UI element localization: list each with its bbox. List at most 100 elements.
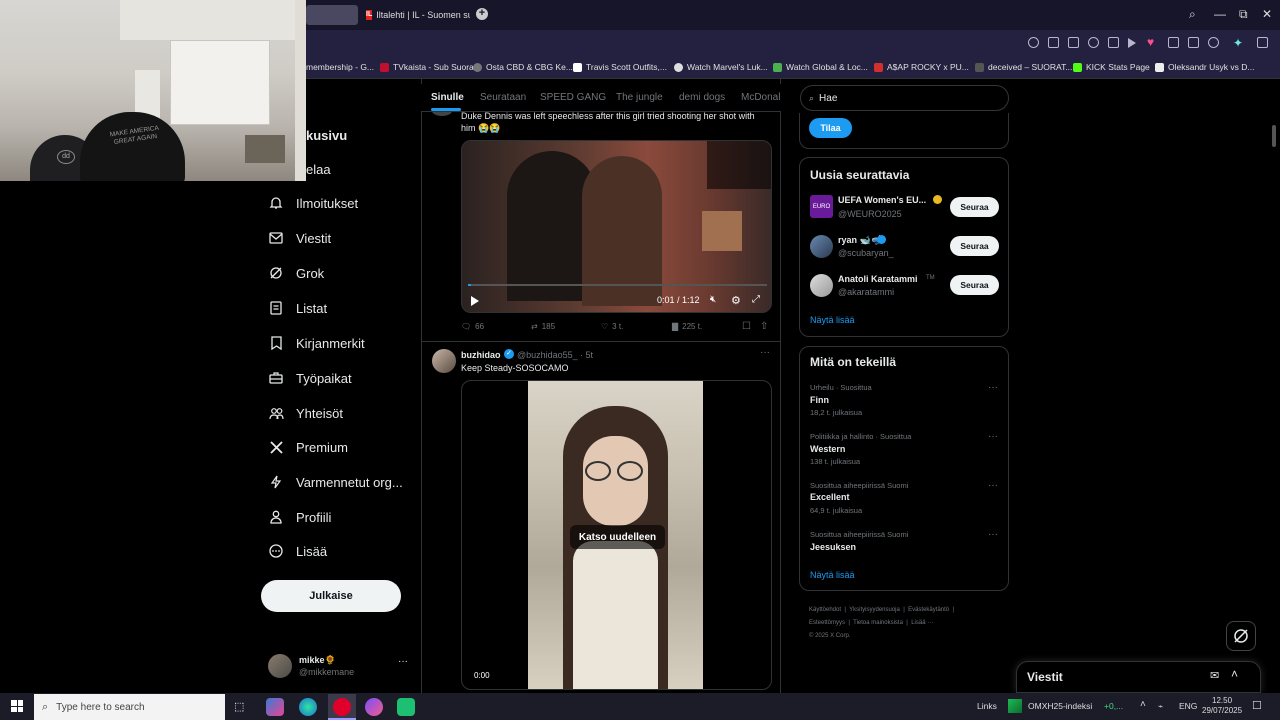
nav-notifications[interactable]: Ilmoitukset — [268, 191, 358, 215]
tab-for-you[interactable]: Sinulle — [431, 92, 464, 103]
video-progress-track[interactable] — [468, 284, 767, 286]
play-icon[interactable] — [1128, 38, 1136, 48]
trend-name[interactable]: Finn — [810, 395, 829, 405]
app-icon[interactable] — [266, 698, 284, 716]
links-toolbar[interactable]: Links — [977, 701, 997, 711]
footer-link[interactable]: Esteettömyys — [809, 620, 845, 626]
video-player[interactable]: 0:01 / 1:12 🔇︎ ⚙ ⤢ — [461, 140, 772, 313]
grok-button[interactable] — [1226, 621, 1256, 651]
subscribe-button[interactable]: Tilaa — [809, 118, 852, 138]
show-more-link[interactable]: Näytä lisää — [810, 570, 855, 580]
shield-icon[interactable] — [1088, 37, 1099, 48]
bookmark-item[interactable]: TVkaista - Sub Suora — [380, 62, 474, 72]
zoom-icon[interactable] — [1028, 37, 1039, 48]
nav-jobs[interactable]: Työpaikat — [268, 366, 352, 390]
account-switcher[interactable]: mikke🌻 @mikkemane ··· — [268, 654, 413, 680]
avatar[interactable] — [810, 274, 833, 297]
footer-link[interactable]: Yksityisyydensuoja — [849, 607, 900, 613]
app-icon[interactable] — [365, 698, 383, 716]
nav-bookmarks[interactable]: Kirjanmerkit — [268, 331, 365, 355]
user-name[interactable]: Anatoli Karatammi — [838, 274, 918, 284]
trend-name[interactable]: Jeesuksen — [810, 542, 856, 552]
like-button[interactable]: ♡ 3 t. — [601, 322, 623, 331]
tab-mcdonalds[interactable]: McDonal — [741, 92, 780, 103]
footer-link[interactable]: Lisää ··· — [911, 620, 933, 626]
clock[interactable]: 12.50 29/07/2025 — [1202, 696, 1242, 716]
extension-icon[interactable] — [1108, 37, 1119, 48]
tab-demi-dogs[interactable]: demi dogs — [679, 92, 725, 103]
bookmark-item[interactable]: Watch Global & Loc... — [773, 62, 868, 72]
avatar[interactable] — [432, 349, 456, 373]
views-button[interactable]: ▇ 225 t. — [672, 322, 702, 331]
language-indicator[interactable]: ENG — [1179, 701, 1197, 711]
notification-center-icon[interactable]: ☐ — [1252, 699, 1262, 712]
start-button[interactable] — [11, 700, 23, 712]
search-input[interactable]: ⌕ Hae — [800, 85, 1009, 111]
mute-icon[interactable]: 🔇︎ — [710, 294, 716, 305]
nav-verified-orgs[interactable]: Varmennetut org... — [268, 470, 403, 494]
profile-icon[interactable] — [1208, 37, 1219, 48]
trend-name[interactable]: Western — [810, 444, 845, 454]
bookmark-item[interactable]: membership - G... — [306, 62, 374, 72]
camera-icon[interactable] — [1068, 37, 1079, 48]
opera-icon[interactable] — [333, 698, 351, 716]
messages-drawer[interactable]: Viestit ✉ ˄ — [1016, 661, 1261, 693]
download-icon[interactable] — [1168, 37, 1179, 48]
browser-tab-iltalehti[interactable]: ILIltalehti | IL - Suomen suosituin — [360, 5, 470, 25]
nav-communities[interactable]: Yhteisöt — [268, 401, 343, 425]
aria-icon[interactable]: ✦ — [1233, 36, 1243, 50]
tab-the-jungle[interactable]: The jungle — [616, 92, 663, 103]
bookmark-item[interactable]: Travis Scott Outfits,... — [573, 62, 667, 72]
author-handle[interactable]: @buzhidao55_ — [517, 350, 578, 360]
network-icon[interactable]: ⌁ — [1158, 701, 1163, 712]
post-button[interactable]: Julkaise — [261, 580, 401, 612]
more-dots-icon[interactable]: ··· — [988, 431, 998, 442]
replay-button[interactable]: Katso uudelleen — [570, 525, 665, 549]
edge-icon[interactable] — [299, 698, 317, 716]
bookmark-item[interactable]: A$AP ROCKY x PU... — [874, 62, 969, 72]
nav-explore[interactable]: elaa — [306, 157, 331, 181]
share-icon[interactable]: ⇧ — [760, 321, 768, 332]
fullscreen-icon[interactable]: ⤢ — [752, 294, 760, 305]
follow-button[interactable]: Seuraa — [950, 275, 999, 295]
repost-button[interactable]: ⇄ 185 — [531, 322, 555, 331]
new-message-icon[interactable]: ✉ — [1210, 669, 1219, 682]
nav-profile[interactable]: Profiili — [268, 505, 331, 529]
follow-button[interactable]: Seuraa — [950, 236, 999, 256]
stock-ticker[interactable]: OMXH25-indeksi — [1028, 701, 1092, 711]
restore-button[interactable]: ⧉ — [1239, 7, 1248, 22]
history-icon[interactable] — [1188, 37, 1199, 48]
more-dots-icon[interactable]: ··· — [988, 480, 998, 491]
author-name[interactable]: buzhidao — [461, 350, 501, 360]
footer-link[interactable]: Käyttöehdot — [809, 607, 841, 613]
task-view-icon[interactable]: ⬚ — [234, 700, 244, 713]
more-dots-icon[interactable]: ··· — [988, 529, 998, 540]
search-tabs-icon[interactable]: ⌕ — [1189, 7, 1196, 22]
nav-premium[interactable]: Premium — [268, 435, 348, 459]
bookmark-item[interactable]: KICK Stats Page — [1073, 62, 1150, 72]
heart-icon[interactable]: ♥ — [1147, 35, 1154, 49]
follow-button[interactable]: Seuraa — [950, 197, 999, 217]
nav-lists[interactable]: Listat — [268, 296, 327, 320]
user-name[interactable]: UEFA Women's EU... — [838, 195, 926, 205]
bookmark-item[interactable]: Oleksandr Usyk vs D... — [1155, 62, 1254, 72]
edit-icon[interactable] — [1048, 37, 1059, 48]
trend-name[interactable]: Excellent — [810, 492, 850, 502]
new-tab-button[interactable]: + — [476, 8, 488, 20]
reply-button[interactable]: 🗨︎ 66 — [461, 322, 484, 331]
footer-link[interactable]: Tietoa mainoksista — [853, 620, 903, 626]
post-time[interactable]: · 5t — [580, 350, 593, 360]
tab-following[interactable]: Seurataan — [480, 92, 526, 103]
chevron-up-icon[interactable]: ˄ — [1140, 699, 1146, 710]
settings-gear-icon[interactable]: ⚙ — [731, 294, 741, 307]
chevron-up-icon[interactable]: ˄ — [1231, 667, 1238, 681]
nav-grok[interactable]: Grok — [268, 261, 324, 285]
bookmark-item[interactable]: deceived – SUORAT... — [975, 62, 1072, 72]
sidebar-icon[interactable] — [1257, 37, 1268, 48]
bookmark-item[interactable]: Osta CBD & CBG Ke... — [473, 62, 573, 72]
tab-speed-gang[interactable]: SPEED GANG — [540, 92, 606, 103]
nav-home[interactable]: kusivu — [306, 123, 347, 147]
more-dots-icon[interactable]: ··· — [760, 347, 770, 358]
nav-messages[interactable]: Viestit — [268, 226, 331, 250]
show-more-link[interactable]: Näytä lisää — [810, 315, 855, 325]
